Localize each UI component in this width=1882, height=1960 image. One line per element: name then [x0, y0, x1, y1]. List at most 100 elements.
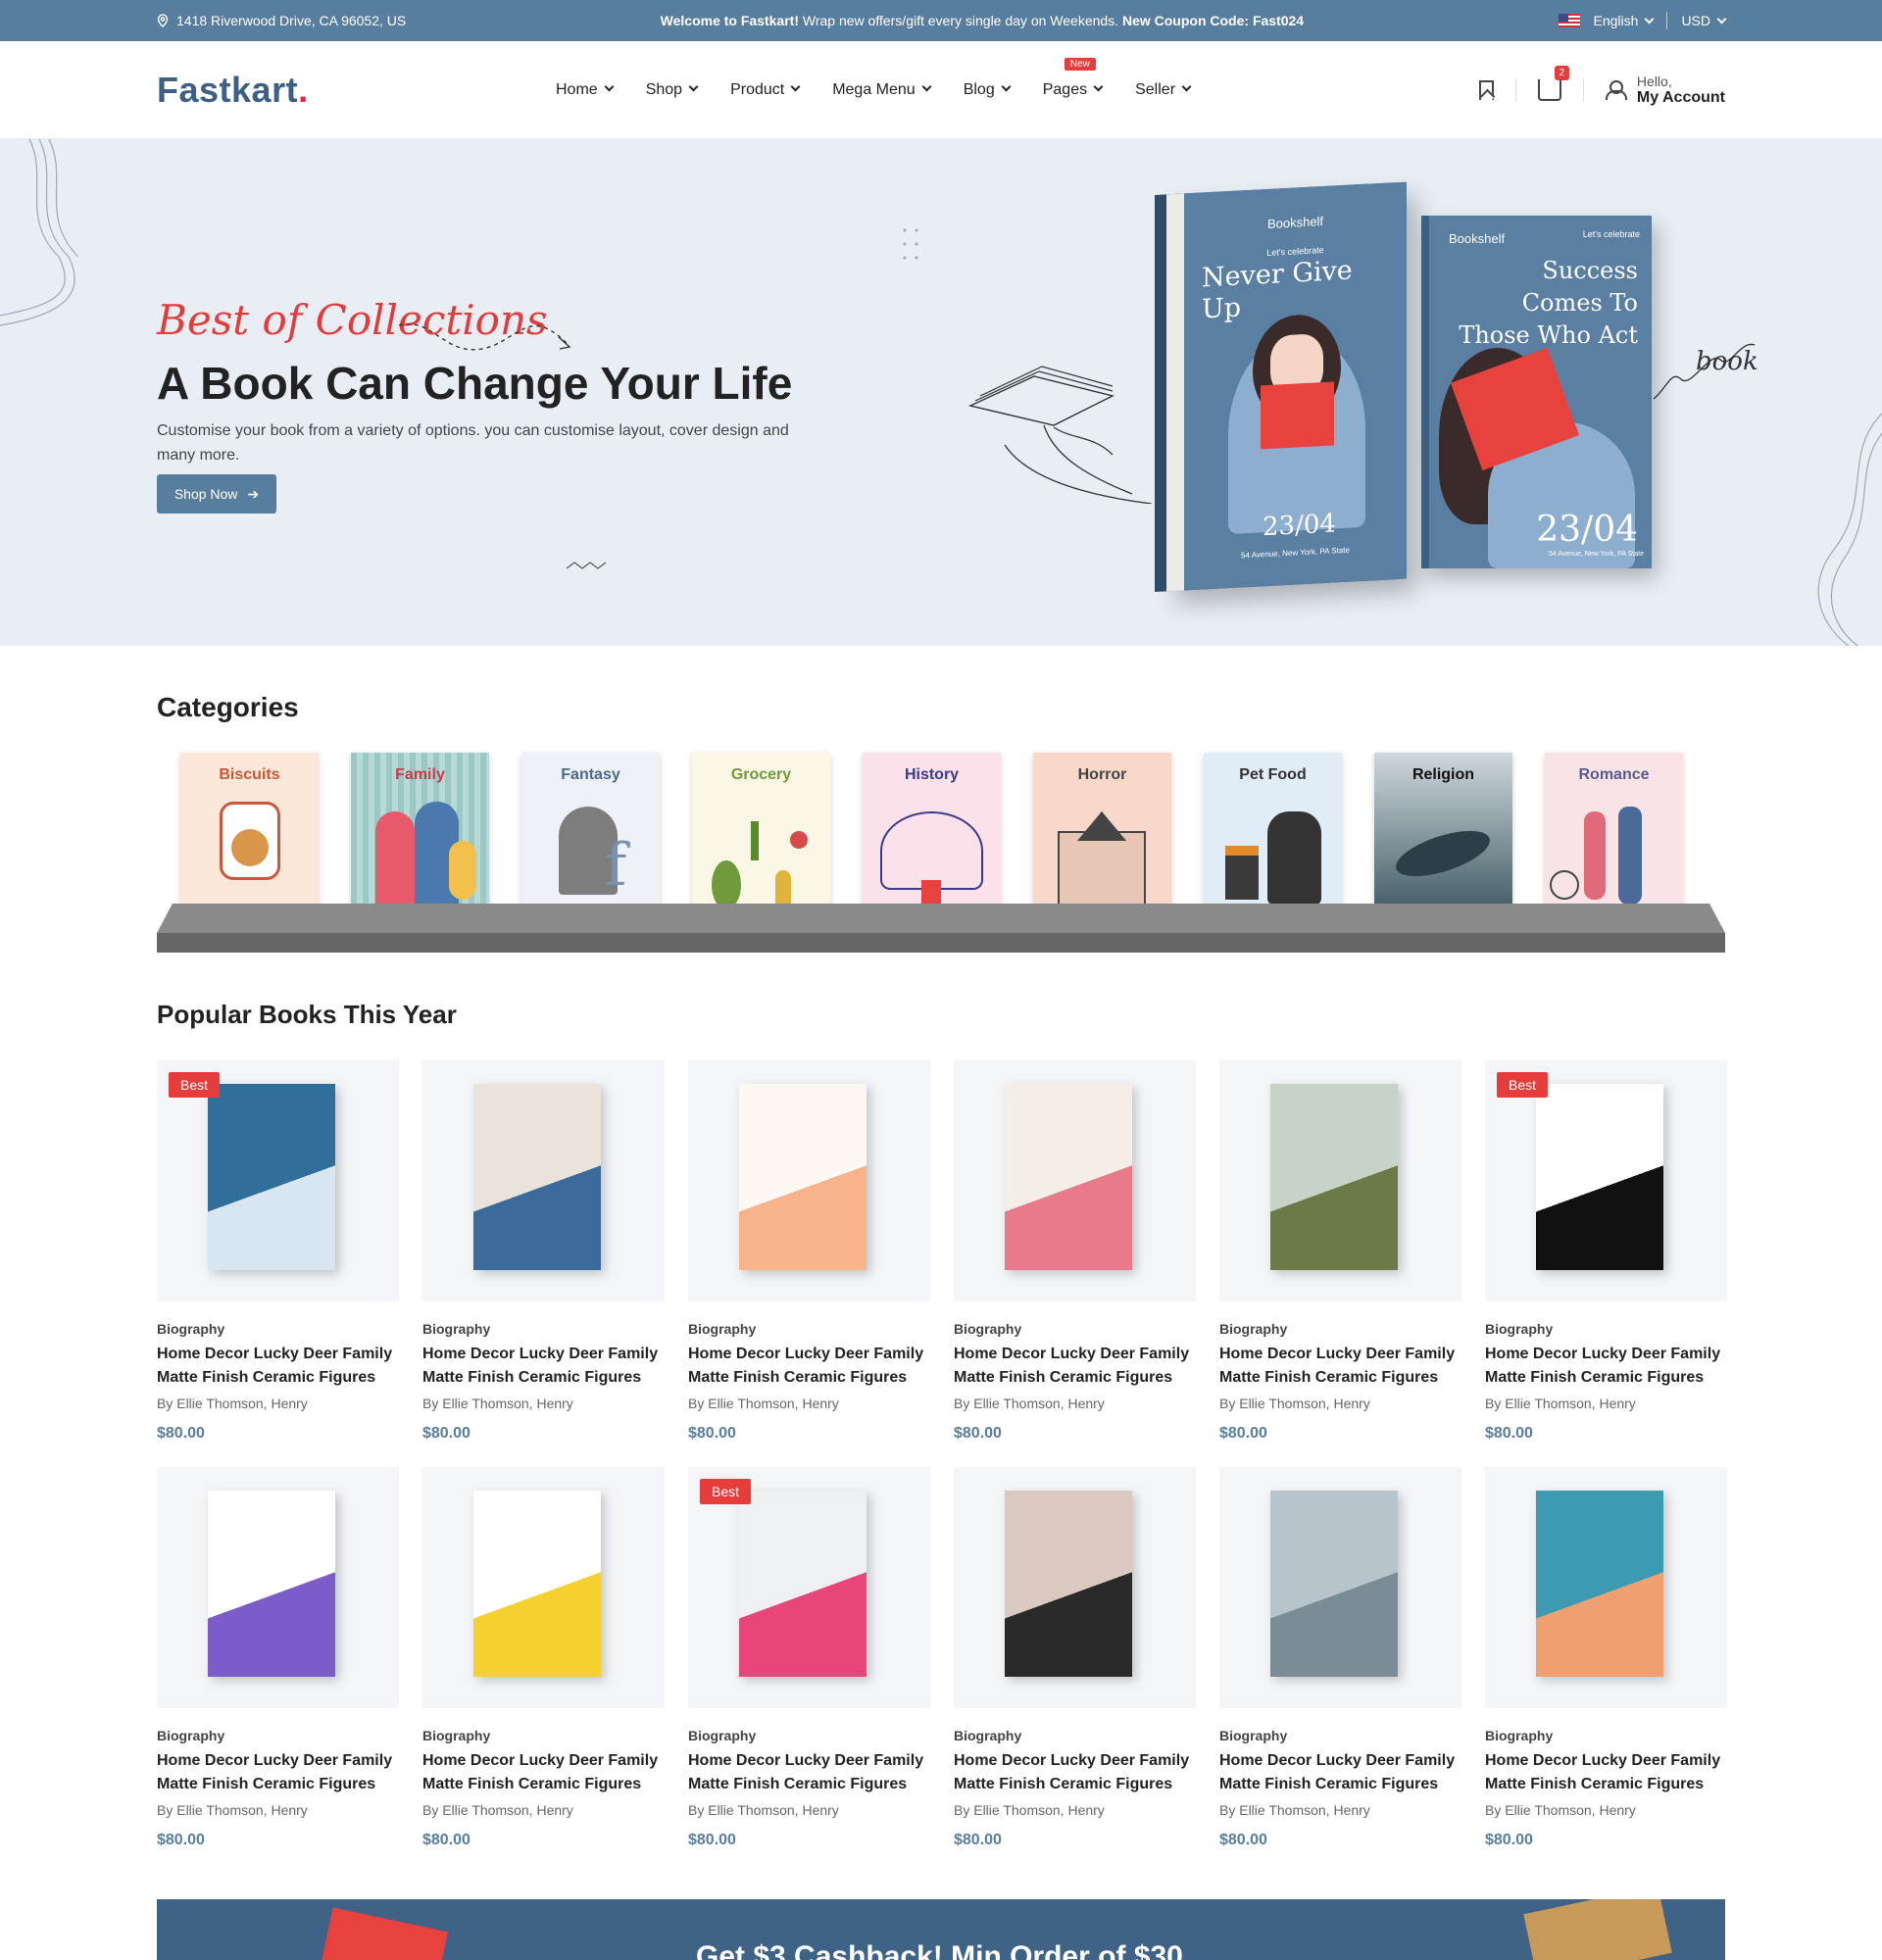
whale-illustration — [1390, 821, 1496, 886]
book-small-text: Let's celebrate — [1582, 229, 1640, 239]
category-pet-food[interactable]: Pet Food — [1204, 753, 1342, 915]
haunted-house-illustration — [1077, 811, 1126, 841]
product-image-box[interactable] — [1219, 1060, 1461, 1301]
best-badge: Best — [700, 1479, 752, 1504]
nav-label: Mega Menu — [832, 80, 916, 98]
chevron-down-icon — [790, 81, 801, 92]
shop-now-button[interactable]: Shop Now ➔ — [157, 474, 276, 514]
nav-product[interactable]: Product — [730, 81, 801, 99]
category-label: Pet Food — [1239, 766, 1307, 783]
category-religion[interactable]: Religion — [1374, 753, 1512, 915]
product-image-box[interactable]: Best — [1485, 1060, 1727, 1301]
product-card[interactable]: Biography Home Decor Lucky Deer Family Ma… — [157, 1467, 399, 1874]
cashback-banner[interactable]: Get $3 Cashback! Min Order of $30 — [157, 1899, 1725, 1960]
product-card[interactable]: Best Biography Home Decor Lucky Deer Famil… — [1485, 1060, 1727, 1467]
product-card[interactable]: Biography Home Decor Lucky Deer Family Ma… — [1219, 1060, 1461, 1467]
product-title[interactable]: Home Decor Lucky Deer Family Matte Finis… — [954, 1749, 1196, 1796]
product-title[interactable]: Home Decor Lucky Deer Family Matte Finis… — [954, 1343, 1196, 1390]
category-fantasy[interactable]: Fantasy f — [521, 753, 660, 915]
account-menu[interactable]: Hello, My Account — [1605, 74, 1725, 107]
product-image-box[interactable] — [1219, 1467, 1461, 1708]
product-category: Biography — [954, 1728, 1022, 1743]
currency-label: USD — [1681, 13, 1710, 28]
product-price: $80.00 — [954, 1425, 1002, 1442]
nav-label: Blog — [963, 80, 995, 98]
product-author: By Ellie Thomson, Henry — [954, 1396, 1105, 1411]
chevron-down-icon — [604, 81, 615, 92]
product-image-box[interactable] — [688, 1060, 930, 1301]
nav-home[interactable]: Home — [556, 81, 615, 99]
product-title[interactable]: Home Decor Lucky Deer Family Matte Finis… — [1219, 1343, 1461, 1390]
header: Fastkart. Home Shop Product Mega Menu Bl… — [0, 41, 1882, 139]
product-image-box[interactable]: Best — [688, 1467, 930, 1708]
product-card[interactable]: Biography Home Decor Lucky Deer Family Ma… — [422, 1060, 665, 1467]
product-image-box[interactable] — [954, 1467, 1196, 1708]
book-date: 23/04 — [1536, 510, 1638, 550]
product-title[interactable]: Home Decor Lucky Deer Family Matte Finis… — [157, 1749, 399, 1796]
language-selector[interactable]: English — [1594, 13, 1655, 28]
product-image-box[interactable] — [1485, 1467, 1727, 1708]
product-title[interactable]: Home Decor Lucky Deer Family Matte Finis… — [688, 1343, 930, 1390]
chevron-down-icon — [921, 81, 932, 92]
chevron-down-icon — [1181, 81, 1192, 92]
hero-title: A Book Can Change Your Life — [157, 358, 793, 409]
product-title[interactable]: Home Decor Lucky Deer Family Matte Finis… — [422, 1343, 665, 1390]
category-romance[interactable]: Romance — [1545, 753, 1683, 915]
category-family[interactable]: Family — [351, 753, 489, 915]
mask-illustration — [880, 811, 983, 890]
product-image-box[interactable] — [422, 1060, 665, 1301]
currency-selector[interactable]: USD — [1681, 13, 1727, 28]
cart-count-badge: 2 — [1554, 65, 1569, 80]
product-card[interactable]: Best Biography Home Decor Lucky Deer Famil… — [157, 1060, 399, 1467]
my-account-link[interactable]: My Account — [1637, 89, 1725, 107]
product-title[interactable]: Home Decor Lucky Deer Family Matte Finis… — [422, 1749, 665, 1796]
category-label: Religion — [1412, 766, 1475, 783]
nav-mega-menu[interactable]: Mega Menu — [832, 80, 932, 99]
product-category: Biography — [688, 1321, 757, 1337]
product-image-box[interactable] — [157, 1467, 399, 1708]
product-title[interactable]: Home Decor Lucky Deer Family Matte Finis… — [1219, 1749, 1461, 1796]
hero-description: Customise your book from a variety of op… — [157, 422, 789, 464]
product-title[interactable]: Home Decor Lucky Deer Family Matte Finis… — [1485, 1343, 1727, 1390]
product-card[interactable]: Biography Home Decor Lucky Deer Family Ma… — [1485, 1467, 1727, 1874]
hero-banner: Best of Collections A Book Can Change Yo… — [0, 139, 1882, 646]
coupon-code: New Coupon Code: Fast024 — [1121, 13, 1305, 28]
product-card[interactable]: Biography Home Decor Lucky Deer Family Ma… — [1219, 1467, 1461, 1874]
address: 1418 Riverwood Drive, CA 96052, US — [157, 13, 406, 28]
product-category: Biography — [422, 1321, 491, 1337]
product-price: $80.00 — [1485, 1832, 1533, 1848]
hand-holding-book-illustration — [967, 366, 1153, 504]
category-grocery[interactable]: Grocery — [692, 753, 830, 915]
nav-seller[interactable]: Seller — [1135, 81, 1192, 99]
product-image-box[interactable] — [954, 1060, 1196, 1301]
welcome-text: Wrap new offers/gift every single day on… — [802, 13, 1119, 28]
product-card[interactable]: Biography Home Decor Lucky Deer Family Ma… — [422, 1467, 665, 1874]
bookmark-icon[interactable] — [1478, 79, 1494, 100]
product-image-box[interactable] — [422, 1467, 665, 1708]
product-author: By Ellie Thomson, Henry — [954, 1802, 1105, 1818]
book-brand: Bookshelf — [1266, 214, 1324, 232]
product-card[interactable]: Biography Home Decor Lucky Deer Family Ma… — [688, 1060, 930, 1467]
product-title[interactable]: Home Decor Lucky Deer Family Matte Finis… — [688, 1749, 930, 1796]
vegetable-illustration — [790, 831, 808, 849]
nav-blog[interactable]: Blog — [963, 80, 1012, 99]
category-biscuits[interactable]: Biscuits — [180, 753, 319, 915]
category-history[interactable]: History — [863, 753, 1001, 915]
nav-pages[interactable]: New Pages — [1043, 57, 1104, 99]
nav-shop[interactable]: Shop — [646, 81, 699, 99]
product-title[interactable]: Home Decor Lucky Deer Family Matte Finis… — [1485, 1749, 1727, 1796]
vegetable-illustration — [751, 821, 759, 860]
book-cover-image — [739, 1084, 867, 1270]
bicycle-illustration — [1550, 870, 1579, 900]
logo[interactable]: Fastkart. — [157, 70, 451, 111]
product-image-box[interactable]: Best — [157, 1060, 399, 1301]
category-horror[interactable]: Horror — [1033, 753, 1171, 915]
product-title[interactable]: Home Decor Lucky Deer Family Matte Finis… — [157, 1343, 399, 1390]
product-card[interactable]: Biography Home Decor Lucky Deer Family Ma… — [954, 1060, 1196, 1467]
cart-icon[interactable]: 2 — [1537, 65, 1569, 101]
family-illustration — [375, 811, 415, 915]
product-card[interactable]: Best Biography Home Decor Lucky Deer Famil… — [688, 1467, 930, 1874]
address-text: 1418 Riverwood Drive, CA 96052, US — [176, 13, 407, 28]
category-label: Family — [395, 766, 445, 783]
product-card[interactable]: Biography Home Decor Lucky Deer Family Ma… — [954, 1467, 1196, 1874]
